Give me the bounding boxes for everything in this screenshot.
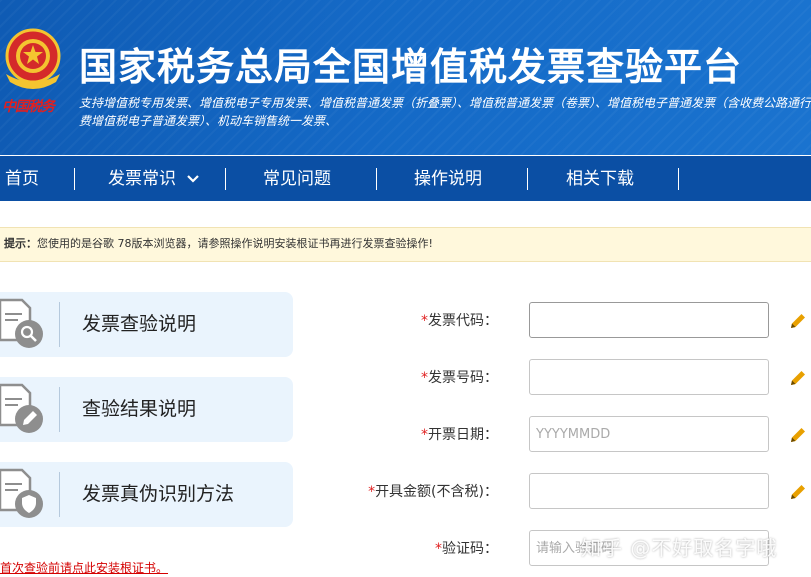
nav-divider [225,168,226,190]
site-header: 中国税务 国家税务总局全国增值税发票查验平台 支持增值税专用发票、增值税电子专用… [0,0,811,155]
nav-item-label: 相关下载 [566,169,634,189]
required-mark: * [421,427,428,443]
field-label: 验证码： [442,541,498,557]
card-result-explanation[interactable]: 查验结果说明 [0,377,293,442]
card-divider [59,472,60,517]
install-root-cert-link[interactable]: 首次查验前请点此安装根证书。 [0,559,168,576]
notice-text: 您使用的是谷歌 78版本浏览器，请参照操作说明安装根证书再进行发票查验操作! [37,237,433,250]
field-label: 开票日期： [428,427,498,443]
invoice-number-input[interactable] [529,359,769,395]
nav-divider [74,168,75,190]
nav-divider [678,168,679,190]
captcha-label: *验证码： [435,530,498,568]
chevron-down-icon [187,175,200,183]
nav-item-home[interactable]: 首页 [5,156,39,201]
nav-divider [376,168,377,190]
pencil-icon [791,371,805,385]
pencil-icon [791,314,805,328]
nav-item-faq[interactable]: 常见问题 [263,156,331,201]
watermark: 知乎 @不好取名字哦 [581,536,778,560]
site-subtitle: 支持增值税专用发票、增值税电子专用发票、增值税普通发票（折叠票）、增值税普通发票… [79,96,811,128]
card-label: 发票真伪识别方法 [82,483,235,505]
document-search-icon [0,298,43,348]
notice-label: 提示： [4,237,37,250]
pencil-icon [791,428,805,442]
document-edit-icon [0,383,43,433]
nav-item-label: 首页 [5,169,39,189]
nav-item-label: 常见问题 [263,169,331,189]
site-title: 国家税务总局全国增值税发票查验平台 [79,45,743,89]
required-mark: * [368,484,376,500]
amount-excl-tax-input[interactable] [529,473,769,509]
pencil-icon [791,485,805,499]
issue-date-input[interactable] [529,416,769,452]
card-label: 发票查验说明 [82,313,197,335]
nav-item-instructions[interactable]: 操作说明 [414,156,482,201]
tax-emblem-icon [5,28,61,89]
required-mark: * [421,313,428,329]
nav-item-downloads[interactable]: 相关下载 [566,156,634,201]
field-label: 发票号码： [428,370,498,386]
required-mark: * [435,541,442,557]
invoice-code-input[interactable] [529,302,769,338]
card-invoice-verification-guide[interactable]: 发票查验说明 [0,292,293,357]
main-nav: 首页 发票常识 常见问题 操作说明 相关下载 [0,156,811,201]
browser-notice: 提示：您使用的是谷歌 78版本浏览器，请参照操作说明安装根证书再进行发票查验操作… [0,227,811,262]
invoice-number-label: *发票号码： [421,359,498,397]
card-authenticity-methods[interactable]: 发票真伪识别方法 [0,462,293,527]
issue-date-label: *开票日期： [421,416,498,454]
invoice-code-label: *发票代码： [421,302,498,340]
card-divider [59,387,60,432]
nav-item-label: 发票常识 [108,169,176,189]
field-label: 发票代码： [428,313,498,329]
field-label: 开具金额(不含税)： [375,484,498,500]
document-shield-icon [0,468,43,518]
card-divider [59,302,60,347]
nav-item-label: 操作说明 [414,169,482,189]
amount-excl-tax-label: *开具金额(不含税)： [368,473,498,511]
card-label: 查验结果说明 [82,398,197,420]
emblem-caption: 中国税务 [2,99,55,115]
required-mark: * [421,370,428,386]
nav-divider [527,168,528,190]
nav-item-invoice-knowledge[interactable]: 发票常识 [108,156,200,201]
